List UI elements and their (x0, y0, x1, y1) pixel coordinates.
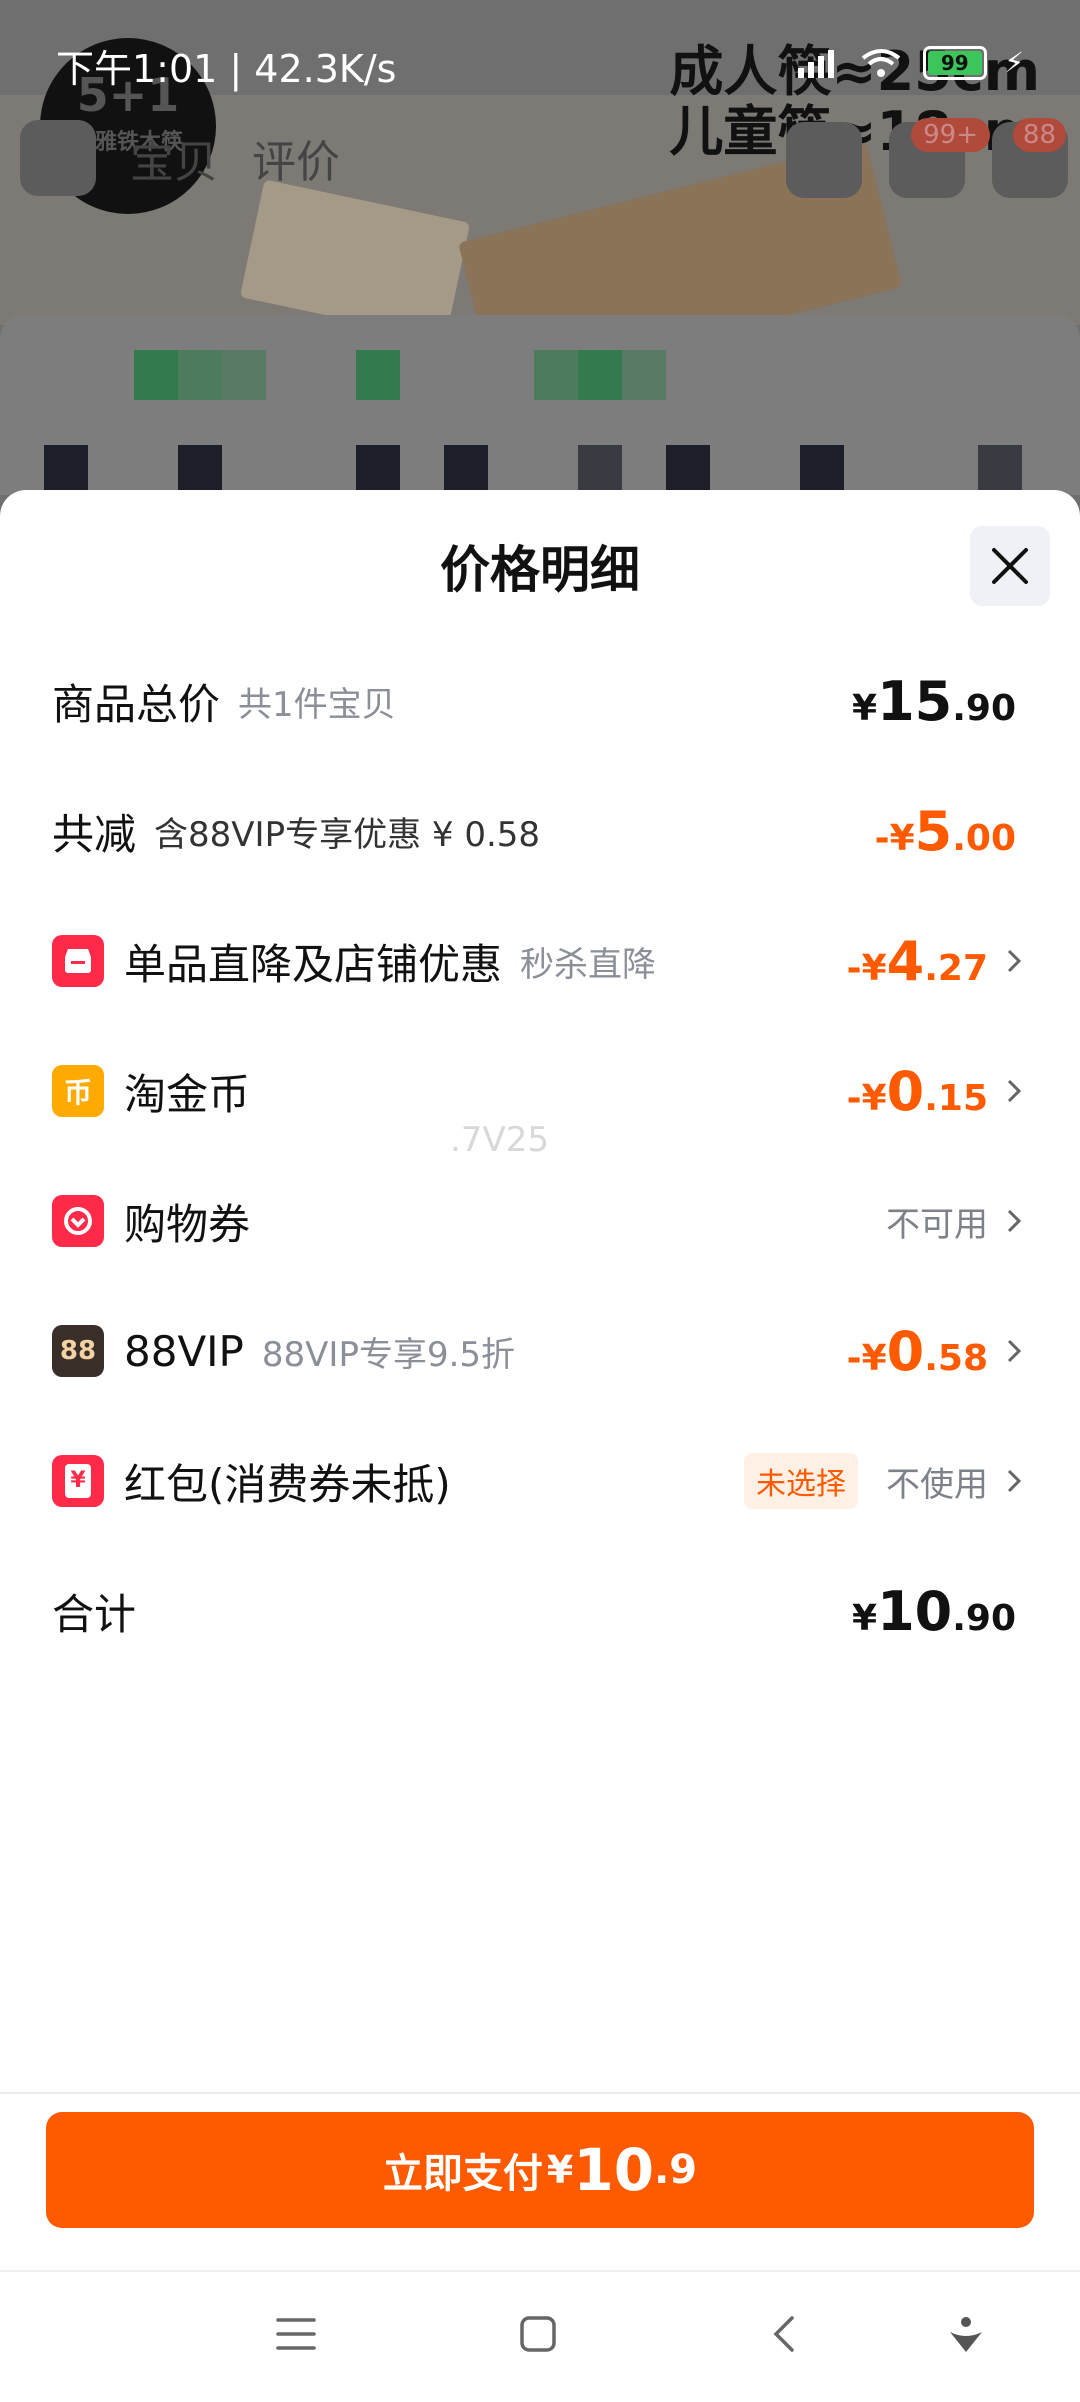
home-icon[interactable] (518, 2314, 558, 2354)
row-total-discount: 共减 含88VIP专享优惠 ¥ 0.58 -¥5.00 (52, 796, 1016, 866)
signal-icon (797, 49, 834, 78)
row-taojinbi[interactable]: 币 淘金币 -¥0.15 (52, 1056, 1028, 1126)
watermark: .7V25 (450, 1120, 549, 1160)
row-label: 单品直降及店铺优惠 (124, 939, 503, 989)
bg-fragment (356, 350, 400, 400)
bg-fragment (534, 350, 578, 400)
shop-discount-price: -¥4.27 (846, 929, 988, 993)
back-icon (20, 120, 96, 196)
vip-discount-price: -¥0.58 (846, 1319, 988, 1383)
subtotal-price: ¥10.90 (852, 1579, 1016, 1643)
sheet-title: 价格明细 (440, 541, 640, 599)
row-sub: 含88VIP专享优惠 ¥ 0.58 (154, 814, 541, 855)
tab-baobei: 宝贝 (130, 137, 218, 188)
pay-amount-dec: .9 (654, 2147, 698, 2193)
background-card (0, 315, 1080, 495)
hongbao-status: 不使用 (886, 1464, 988, 1505)
bg-fragment (178, 350, 222, 400)
chevron-right-icon (1007, 1209, 1022, 1233)
share-icon (785, 122, 862, 198)
bg-fragment (666, 445, 710, 491)
coin-icon: 币 (52, 1065, 104, 1117)
row-sub: 共1件宝贝 (238, 684, 396, 725)
goods-total-price: ¥15.90 (852, 669, 1016, 733)
bg-fragment (800, 445, 844, 491)
row-goods-total: 商品总价 共1件宝贝 ¥15.90 (52, 666, 1016, 736)
menu-icon[interactable] (274, 2314, 318, 2354)
row-hongbao[interactable]: ¥ 红包(消费券未抵) 未选择 不使用 (52, 1446, 1028, 1516)
row-sub: 88VIP专享9.5折 (261, 1334, 516, 1375)
row-label: 合计 (52, 1589, 137, 1639)
back-icon[interactable] (768, 2314, 798, 2354)
close-button[interactable] (970, 526, 1050, 606)
bg-fragment (356, 445, 400, 491)
assistant-icon[interactable] (946, 2314, 986, 2354)
status-icons: 99 ⚡ (796, 44, 1024, 80)
bg-fragment (134, 350, 178, 400)
bg-fragment (44, 445, 88, 491)
cart-badge: 99+ (911, 118, 990, 152)
chevron-right-icon (1007, 1339, 1022, 1363)
pay-now-button[interactable]: 立即支付 ¥ 10 .9 (46, 2112, 1034, 2228)
row-sub: 秒杀直降 (520, 944, 657, 985)
status-bar: 下午1:01 | 42.3K/s 99 ⚡ (0, 0, 1080, 120)
row-label: 红包(消费券未抵) (124, 1459, 451, 1509)
row-coupon[interactable]: 购物券 不可用 (52, 1186, 1028, 1256)
footer-divider (0, 2092, 1080, 2094)
chevron-right-icon (1007, 1469, 1022, 1493)
pay-currency: ¥ (546, 2148, 574, 2192)
charging-icon: ⚡ (1004, 46, 1024, 79)
battery-icon: 99 (922, 45, 987, 80)
row-88vip[interactable]: 88 88VIP 88VIP专享9.5折 -¥0.58 (52, 1316, 1028, 1386)
vip-icon: 88 (52, 1325, 104, 1377)
row-label: 淘金币 (124, 1069, 251, 1119)
wifi-icon (862, 48, 901, 77)
status-time: 下午1:01 | 42.3K/s (56, 47, 397, 91)
bg-fragment (622, 350, 666, 400)
battery-level: 99 (927, 50, 982, 75)
price-detail-sheet: 价格明细 商品总价 共1件宝贝 ¥15.90 共减 含88VIP专享优惠 ¥ 0… (0, 490, 1080, 2270)
chevron-right-icon (1007, 949, 1022, 973)
bg-fragment (222, 350, 266, 400)
close-icon (992, 548, 1028, 584)
pay-amount-int: 10 (573, 2136, 655, 2204)
row-label: 购物券 (124, 1199, 251, 1249)
bg-fragment (444, 445, 488, 491)
row-subtotal: 合计 ¥10.90 (52, 1576, 1016, 1646)
chevron-right-icon (1007, 1079, 1022, 1103)
tab-pingjia: 评价 (252, 137, 340, 188)
row-label: 88VIP (124, 1326, 244, 1376)
unselected-chip: 未选择 (744, 1453, 858, 1509)
row-shop-discount[interactable]: 单品直降及店铺优惠 秒杀直降 -¥4.27 (52, 926, 1028, 996)
coupon-icon (52, 1195, 104, 1247)
total-discount-price: -¥5.00 (874, 799, 1016, 863)
bg-fragment (578, 445, 622, 491)
system-nav-bar (0, 2270, 1080, 2402)
bg-fragment (978, 445, 1022, 491)
vip-badge: 88 (1012, 118, 1066, 152)
hongbao-icon: ¥ (52, 1455, 104, 1507)
coupon-status: 不可用 (886, 1204, 988, 1245)
taojinbi-price: -¥0.15 (846, 1059, 988, 1123)
bg-fragment (178, 445, 222, 491)
row-label: 共减 (52, 809, 137, 859)
bg-fragment (578, 350, 622, 400)
pay-label: 立即支付 (382, 2151, 543, 2197)
background-nav: 宝贝 评价 (20, 120, 340, 196)
row-label: 商品总价 (52, 679, 221, 729)
shop-icon (52, 935, 104, 987)
